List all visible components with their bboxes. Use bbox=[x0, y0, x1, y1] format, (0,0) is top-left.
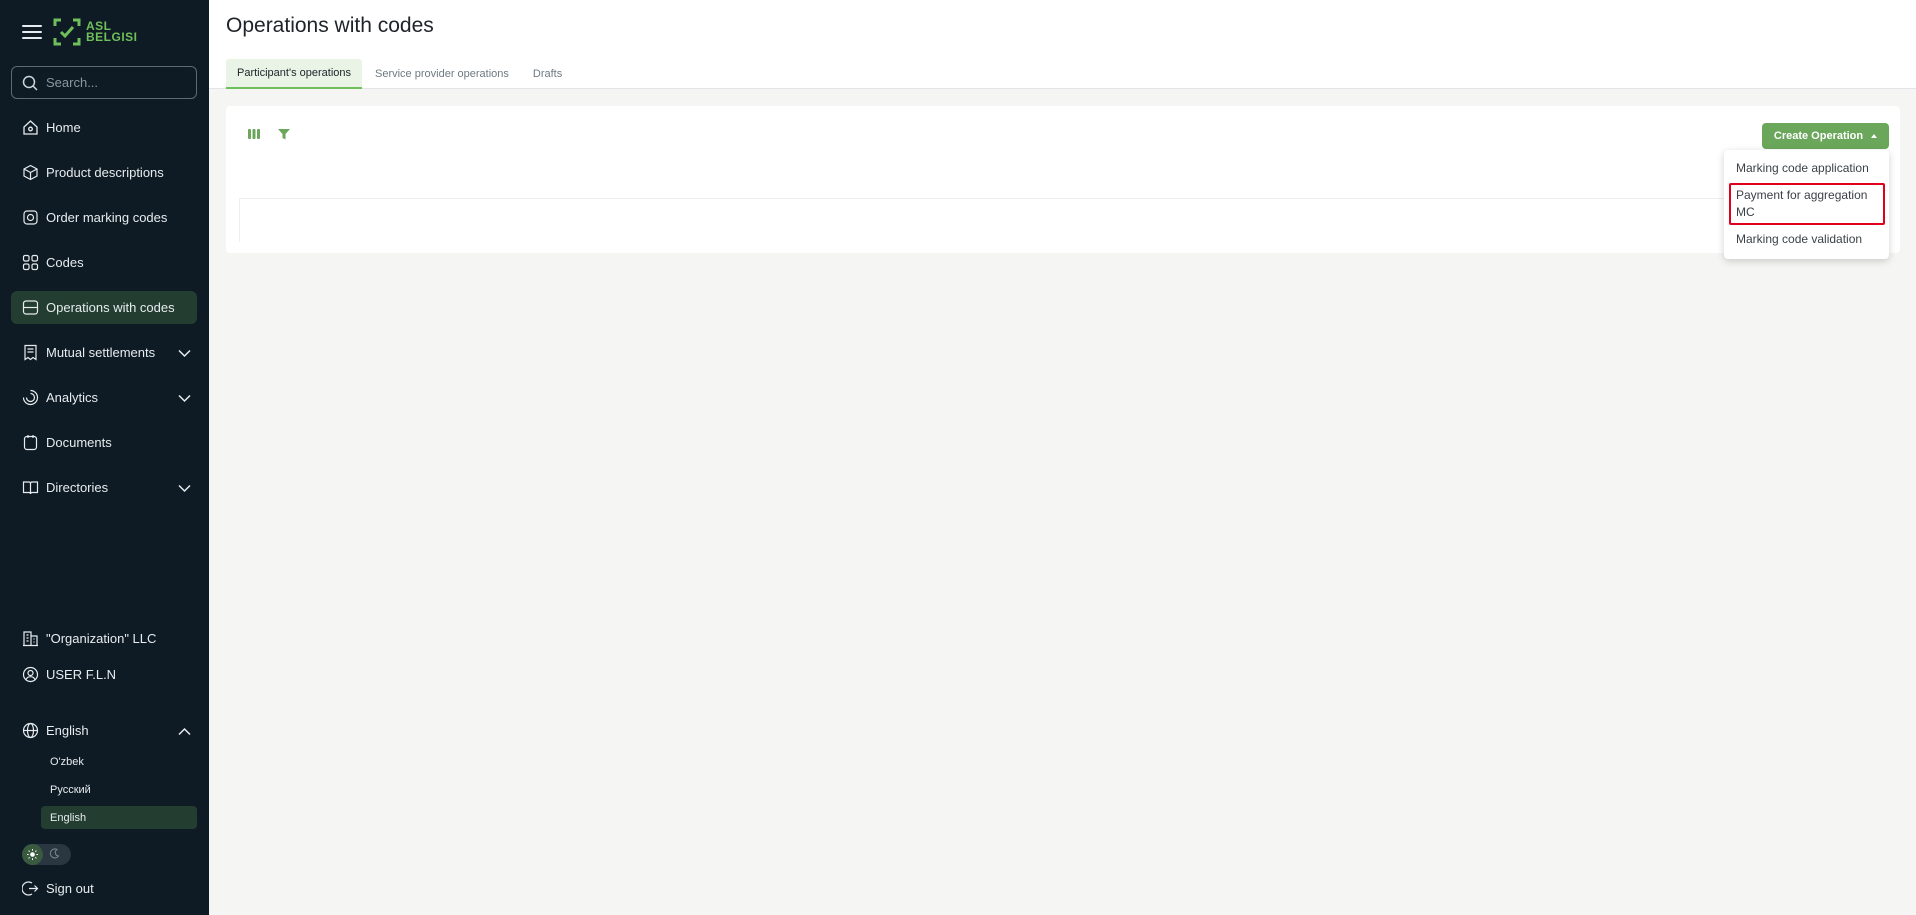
language-option-uzbek[interactable]: O'zbek bbox=[41, 750, 197, 773]
nav-item-mutual-settlements[interactable]: Mutual settlements bbox=[11, 336, 197, 369]
user-icon bbox=[22, 666, 39, 683]
menu-icon[interactable] bbox=[22, 25, 42, 39]
sun-icon bbox=[22, 844, 43, 865]
tabs: Participant's operations Service provide… bbox=[226, 59, 575, 89]
sign-out-icon bbox=[22, 880, 39, 897]
logo-row: ASL BELGISI bbox=[22, 16, 138, 48]
columns-icon[interactable] bbox=[246, 126, 262, 142]
logo-text: ASL BELGISI bbox=[86, 20, 138, 44]
logo-line2: BELGISI bbox=[86, 30, 138, 44]
nav-item-codes[interactable]: Codes bbox=[11, 246, 197, 279]
caret-up-icon bbox=[1871, 134, 1878, 138]
moon-icon bbox=[49, 846, 60, 864]
organization-name: "Organization" LLC bbox=[46, 631, 157, 646]
user-name: USER F.L.N bbox=[46, 667, 117, 682]
nav-item-order-marking-codes[interactable]: Order marking codes bbox=[11, 201, 197, 234]
create-operation-label: Create Operation bbox=[1773, 130, 1864, 142]
tab-participants-operations[interactable]: Participant's operations bbox=[226, 59, 362, 89]
nav-label: Mutual settlements bbox=[46, 345, 156, 360]
document-icon bbox=[22, 434, 39, 451]
create-operation-menu: Marking code application Payment for agg… bbox=[1724, 150, 1889, 259]
nav-label: Codes bbox=[46, 255, 84, 270]
nav-item-documents[interactable]: Documents bbox=[11, 426, 197, 459]
sign-out-item[interactable]: Sign out bbox=[11, 872, 197, 905]
globe-icon bbox=[22, 722, 39, 739]
menu-item-marking-code-validation[interactable]: Marking code validation bbox=[1736, 231, 1881, 248]
nav-item-analytics[interactable]: Analytics bbox=[11, 381, 197, 414]
create-operation-button[interactable]: Create Operation bbox=[1762, 123, 1889, 149]
language-option-english[interactable]: English bbox=[41, 806, 197, 829]
search-input[interactable] bbox=[46, 75, 186, 90]
chevron-down-icon bbox=[178, 391, 191, 406]
codes-icon bbox=[22, 254, 39, 271]
chevron-down-icon bbox=[178, 481, 191, 496]
tab-drafts[interactable]: Drafts bbox=[522, 59, 573, 89]
nav-item-directories[interactable]: Directories bbox=[11, 471, 197, 504]
language-selector[interactable]: English bbox=[11, 714, 197, 747]
chevron-up-icon bbox=[178, 724, 191, 739]
book-icon bbox=[22, 479, 39, 496]
box-icon bbox=[22, 164, 39, 181]
tab-service-provider-operations[interactable]: Service provider operations bbox=[364, 59, 520, 89]
nav-label: Home bbox=[46, 120, 81, 135]
order-code-icon bbox=[22, 209, 39, 226]
analytics-icon bbox=[22, 389, 39, 406]
nav-label: Analytics bbox=[46, 390, 99, 405]
nav-label: Product descriptions bbox=[46, 165, 164, 180]
nav-item-home[interactable]: Home bbox=[11, 111, 197, 144]
chevron-down-icon bbox=[178, 346, 191, 361]
operations-icon bbox=[22, 299, 39, 316]
language-option-russian[interactable]: Русский bbox=[41, 778, 197, 801]
nav-label: Documents bbox=[46, 435, 112, 450]
nav-label: Order marking codes bbox=[46, 210, 168, 225]
operations-card bbox=[226, 106, 1900, 253]
user-item[interactable]: USER F.L.N bbox=[11, 658, 197, 691]
logo-icon bbox=[53, 18, 81, 46]
search-box[interactable] bbox=[11, 66, 197, 99]
building-icon bbox=[22, 630, 39, 647]
search-icon bbox=[22, 75, 38, 91]
logo[interactable]: ASL BELGISI bbox=[52, 17, 138, 47]
sign-out-label: Sign out bbox=[46, 881, 94, 896]
sidebar: ASL BELGISI Home Product descriptions Or… bbox=[0, 0, 209, 915]
nav-label: Directories bbox=[46, 480, 109, 495]
theme-toggle[interactable] bbox=[22, 844, 71, 865]
menu-item-marking-code-application[interactable]: Marking code application bbox=[1736, 160, 1881, 177]
highlight-box bbox=[1729, 183, 1885, 225]
nav-label: Operations with codes bbox=[46, 300, 175, 315]
language-current: English bbox=[46, 723, 89, 738]
receipt-icon bbox=[22, 344, 39, 361]
page-title: Operations with codes bbox=[226, 14, 434, 37]
nav-item-product-descriptions[interactable]: Product descriptions bbox=[11, 156, 197, 189]
nav-item-operations-with-codes[interactable]: Operations with codes bbox=[11, 291, 197, 324]
organization-item[interactable]: "Organization" LLC bbox=[11, 622, 197, 655]
operations-table bbox=[239, 198, 1887, 242]
main-header: Operations with codes Participant's oper… bbox=[209, 0, 1916, 89]
filter-icon[interactable] bbox=[276, 126, 292, 142]
home-icon bbox=[22, 119, 39, 136]
